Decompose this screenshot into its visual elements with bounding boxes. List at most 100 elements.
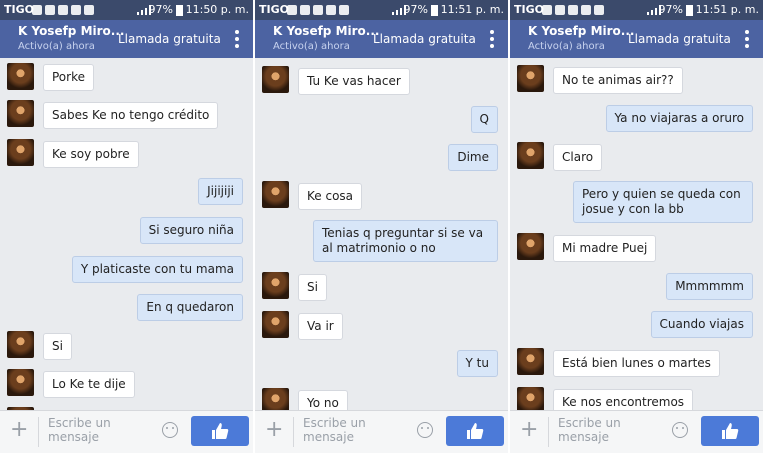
notification-icons bbox=[287, 5, 349, 15]
battery-percent: 97% bbox=[658, 3, 683, 16]
message-bubble: Ke nos encontremos bbox=[553, 389, 694, 411]
message-input[interactable]: Escribe un mensaje bbox=[303, 416, 403, 444]
battery-icon bbox=[431, 5, 438, 16]
free-call-button[interactable]: Llamada gratuita bbox=[628, 32, 731, 46]
active-status: Activo(a) ahora bbox=[273, 41, 350, 52]
plus-icon[interactable]: + bbox=[520, 419, 538, 441]
avatar bbox=[262, 181, 289, 208]
status-bar: TIGO 97% 11:51 p. m. bbox=[255, 0, 508, 20]
message-bubble: Tu Ke vas hacer bbox=[298, 68, 410, 95]
battery-icon bbox=[176, 5, 183, 16]
message-list[interactable]: No te animas air?? Ya no viajaras a orur… bbox=[510, 58, 763, 411]
message-bubble: Q bbox=[470, 106, 498, 133]
carrier-label: TIGO bbox=[514, 3, 544, 16]
plus-icon[interactable]: + bbox=[10, 419, 28, 441]
message-bubble: Tenias q preguntar si se va al matrimoni… bbox=[313, 220, 498, 262]
status-bar: TIGO 97% 11:51 p. m. bbox=[510, 0, 763, 20]
active-status: Activo(a) ahora bbox=[528, 41, 605, 52]
message-composer: + Escribe un mensaje bbox=[0, 410, 253, 453]
message-bubble: Sabes Ke no tengo crédito bbox=[43, 102, 219, 129]
screenshot-strip: TIGO 97% 11:50 p. m. K Yosefp Miro... Ac… bbox=[0, 0, 763, 453]
message-bubble: Ke soy pobre bbox=[43, 141, 139, 168]
message-composer: + Escribe un mensaje bbox=[255, 410, 508, 453]
avatar bbox=[517, 142, 544, 169]
avatar bbox=[517, 65, 544, 92]
message-bubble: No te animas air?? bbox=[553, 67, 683, 94]
active-status: Activo(a) ahora bbox=[18, 41, 95, 52]
message-list[interactable]: Tu Ke vas hacer Q Dime Ke cosa Tenias q … bbox=[255, 58, 508, 411]
status-bar: TIGO 97% 11:50 p. m. bbox=[0, 0, 253, 20]
free-call-button[interactable]: Llamada gratuita bbox=[373, 32, 476, 46]
thumbs-up-icon bbox=[722, 423, 739, 439]
notification-icons bbox=[542, 5, 604, 15]
like-button[interactable] bbox=[191, 416, 249, 446]
plus-icon[interactable]: + bbox=[265, 419, 283, 441]
message-bubble: Dime bbox=[448, 144, 498, 171]
chat-header: K Yosefp Miro... Activo(a) ahora Llamada… bbox=[0, 20, 253, 58]
carrier-label: TIGO bbox=[4, 3, 34, 16]
divider bbox=[548, 417, 549, 447]
message-composer: + Escribe un mensaje bbox=[510, 410, 763, 453]
thumbs-up-icon bbox=[212, 423, 229, 439]
message-input[interactable]: Escribe un mensaje bbox=[558, 416, 658, 444]
status-time: 11:50 p. m. bbox=[185, 3, 249, 16]
avatar bbox=[262, 388, 289, 411]
avatar bbox=[7, 331, 34, 358]
avatar bbox=[7, 100, 34, 127]
avatar bbox=[262, 272, 289, 299]
battery-percent: 97% bbox=[148, 3, 173, 16]
battery-percent: 97% bbox=[403, 3, 428, 16]
free-call-button[interactable]: Llamada gratuita bbox=[118, 32, 221, 46]
emoji-icon[interactable] bbox=[672, 422, 688, 438]
message-bubble: Yo no bbox=[298, 390, 348, 411]
message-bubble: Mi madre Puej bbox=[553, 235, 657, 262]
thumbs-up-icon bbox=[467, 423, 484, 439]
message-bubble: Ke cosa bbox=[298, 183, 363, 210]
avatar bbox=[262, 311, 289, 338]
message-bubble: Porke bbox=[43, 64, 94, 91]
message-list[interactable]: Porke Sabes Ke no tengo crédito Ke soy p… bbox=[0, 58, 253, 411]
message-bubble: Pero y quien se queda con josue y con la… bbox=[573, 181, 753, 223]
message-input[interactable]: Escribe un mensaje bbox=[48, 416, 148, 444]
message-bubble: Y tu bbox=[456, 350, 498, 377]
divider bbox=[38, 417, 39, 447]
emoji-icon[interactable] bbox=[162, 422, 178, 438]
message-bubble: Jijijiji bbox=[198, 178, 243, 205]
message-bubble: Cuando viajas bbox=[650, 311, 753, 338]
chat-panel-1: TIGO 97% 11:50 p. m. K Yosefp Miro... Ac… bbox=[0, 0, 253, 453]
avatar bbox=[7, 139, 34, 166]
chat-panel-2: TIGO 97% 11:51 p. m. K Yosefp Miro... Ac… bbox=[255, 0, 508, 453]
message-bubble: Va ir bbox=[298, 313, 343, 340]
more-options-icon[interactable] bbox=[745, 30, 749, 48]
like-button[interactable] bbox=[446, 416, 504, 446]
status-time: 11:51 p. m. bbox=[440, 3, 504, 16]
avatar bbox=[517, 387, 544, 411]
divider bbox=[293, 417, 294, 447]
more-options-icon[interactable] bbox=[490, 30, 494, 48]
avatar bbox=[517, 233, 544, 260]
contact-name[interactable]: K Yosefp Miro... bbox=[273, 24, 379, 38]
contact-name[interactable]: K Yosefp Miro... bbox=[18, 24, 124, 38]
status-time: 11:51 p. m. bbox=[695, 3, 759, 16]
message-bubble: Si bbox=[298, 274, 327, 301]
avatar bbox=[262, 66, 289, 93]
avatar bbox=[7, 369, 34, 396]
like-button[interactable] bbox=[701, 416, 759, 446]
message-bubble: Está bien lunes o martes bbox=[553, 350, 720, 377]
notification-icons bbox=[32, 5, 94, 15]
avatar bbox=[7, 63, 34, 90]
more-options-icon[interactable] bbox=[235, 30, 239, 48]
message-bubble: Claro bbox=[553, 144, 603, 171]
emoji-icon[interactable] bbox=[417, 422, 433, 438]
message-bubble: Si bbox=[43, 333, 72, 360]
chat-header: K Yosefp Miro... Activo(a) ahora Llamada… bbox=[510, 20, 763, 58]
message-bubble: Y platicaste con tu mama bbox=[71, 256, 243, 283]
contact-name[interactable]: K Yosefp Miro... bbox=[528, 24, 634, 38]
message-bubble: Si seguro niña bbox=[139, 217, 243, 244]
carrier-label: TIGO bbox=[259, 3, 289, 16]
message-bubble: Mmmmmm bbox=[666, 273, 753, 300]
message-bubble: Lo Ke te dije bbox=[43, 371, 135, 398]
message-bubble: Ya no viajaras a oruro bbox=[605, 105, 753, 132]
message-bubble: En q quedaron bbox=[137, 294, 243, 321]
avatar bbox=[517, 348, 544, 375]
